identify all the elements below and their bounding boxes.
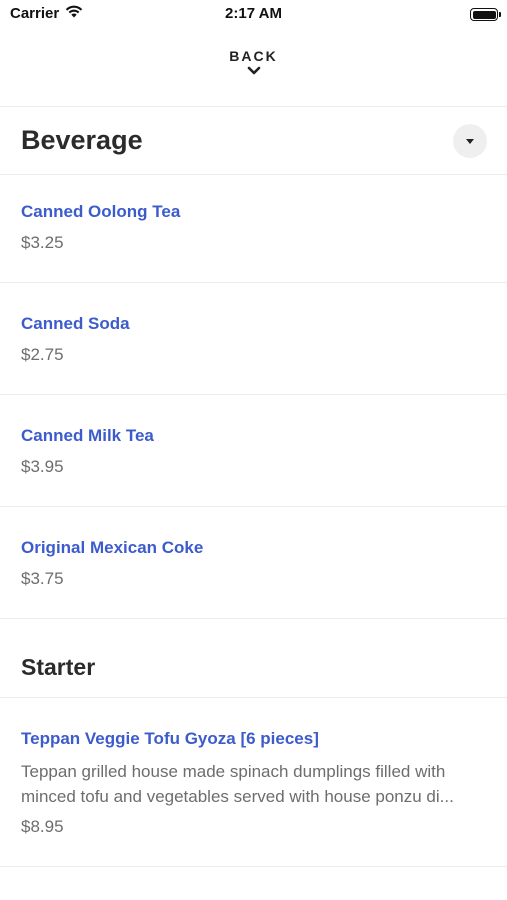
chevron-down-icon [247,66,260,75]
collapse-section-button[interactable] [453,124,487,158]
menu-item[interactable]: Teppan Veggie Tofu Gyoza [6 pieces] Tepp… [0,698,507,866]
section-header-starter: Starter [0,619,507,697]
item-price: $3.25 [21,233,64,252]
back-label: BACK [229,48,278,64]
divider [0,106,507,107]
section-title: Starter [21,654,96,680]
menu-item[interactable]: Canned Milk Tea $3.95 [0,395,507,506]
section-header-beverage: Beverage [0,108,507,174]
item-name: Canned Oolong Tea [21,202,181,221]
divider [0,866,507,867]
item-name: Original Mexican Coke [21,538,204,557]
battery-icon [470,8,501,21]
item-name: Canned Soda [21,314,130,333]
back-button[interactable]: BACK [0,48,507,94]
menu-item[interactable]: Original Mexican Coke $3.75 [0,507,507,618]
item-name: Canned Milk Tea [21,426,154,445]
item-price: $8.95 [21,817,64,836]
item-price: $3.75 [21,569,64,588]
item-price: $2.75 [21,345,64,364]
status-bar: Carrier 2:17 AM [0,0,507,30]
item-price: $3.95 [21,457,64,476]
menu-item[interactable]: Canned Oolong Tea $3.25 [0,175,507,282]
item-description: Teppan grilled house made spinach dumpli… [21,762,454,806]
status-time: 2:17 AM [225,5,282,22]
menu-item[interactable]: Canned Soda $2.75 [0,283,507,394]
section-title: Beverage [21,125,143,155]
item-name: Teppan Veggie Tofu Gyoza [6 pieces] [21,729,319,748]
